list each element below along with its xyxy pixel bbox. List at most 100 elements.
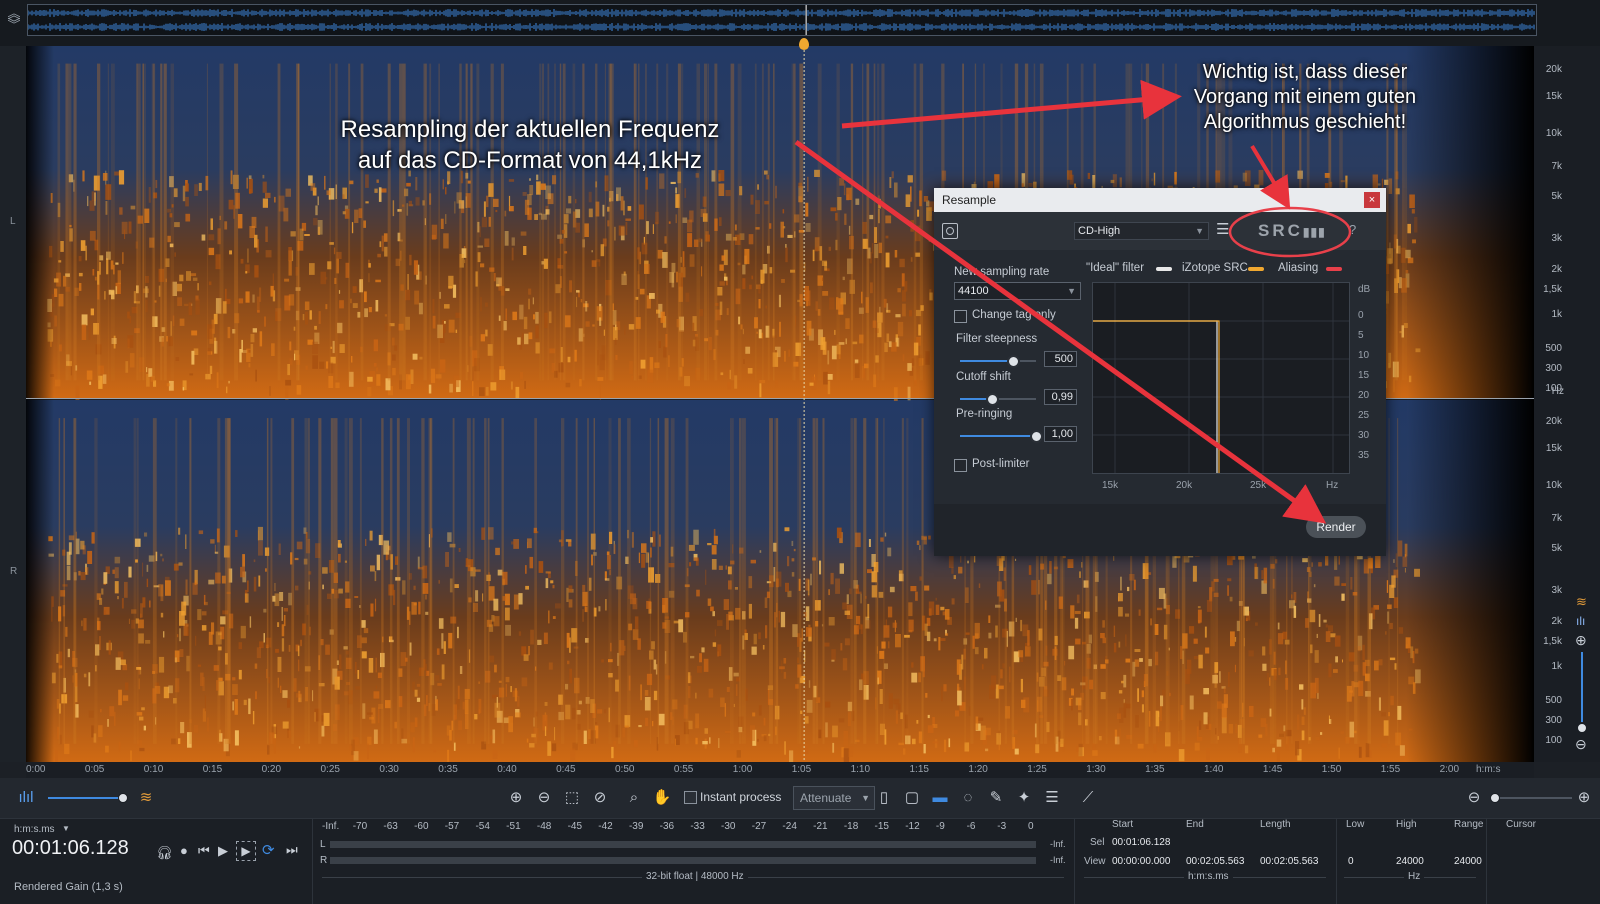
waveform-mode-icon[interactable]: ılı — [1576, 614, 1585, 628]
time-tick: 0:20 — [261, 764, 282, 775]
graph-y-tick: 10 — [1358, 350, 1370, 361]
lasso-icon[interactable]: ◌ — [958, 788, 978, 808]
instant-process-mode-select[interactable]: Attenuate ▼ — [793, 786, 875, 810]
collapse-icon[interactable]: ︽ ︾ — [6, 7, 22, 31]
sel-start-value[interactable]: 00:01:06.128 — [1112, 837, 1170, 848]
hand-icon[interactable]: ✋ — [652, 788, 672, 808]
view-length-value[interactable]: 00:02:05.563 — [1260, 856, 1318, 867]
frequency-tick: 1k — [1551, 661, 1562, 672]
cutoff-shift-slider[interactable] — [960, 393, 1036, 406]
range-value[interactable]: 24000 — [1454, 856, 1482, 867]
zoom-in-icon[interactable]: ⊕ — [506, 788, 526, 808]
annotation-main: Resampling der aktuellen Frequenz auf da… — [270, 114, 790, 176]
vertical-zoom-knob[interactable] — [1576, 722, 1588, 734]
close-button[interactable]: × — [1364, 192, 1380, 208]
sampling-rate-select[interactable]: 44100 ▼ — [954, 282, 1081, 300]
view-start-value[interactable]: 00:00:00.000 — [1112, 856, 1170, 867]
time-frequency-selection-icon[interactable]: ▬ — [930, 788, 950, 808]
legend-izotope-label: iZotope SRC — [1182, 262, 1248, 274]
cursor-header: Cursor — [1506, 819, 1537, 830]
meter-scale-tick: -63 — [383, 821, 398, 832]
time-tick: 1:30 — [1086, 764, 1106, 775]
frequency-axis: 20k 15k 10k 7k 5k 3k 2k 1,5k 1k 500 300 100 20k 15k 10… — [1534, 46, 1566, 762]
instant-process-checkbox[interactable] — [684, 791, 697, 804]
frequency-tick: 3k — [1551, 233, 1562, 244]
brush-icon[interactable]: ✎ — [986, 788, 1006, 808]
cutoff-shift-label: Cutoff shift — [956, 371, 1011, 383]
loop-icon[interactable]: ⟳ — [262, 841, 275, 859]
power-icon[interactable] — [942, 223, 958, 239]
meter-scale-tick: -70 — [352, 821, 368, 832]
time-tick: 0:25 — [320, 764, 340, 775]
skip-back-icon[interactable]: ⏮︎ — [198, 843, 210, 859]
overview-waveform[interactable] — [27, 4, 1537, 36]
time-tick: 1:50 — [1321, 764, 1342, 775]
frequency-tick: 3k — [1551, 585, 1562, 596]
frequency-tick: 500 — [1545, 343, 1562, 354]
play-icon[interactable]: ▶ — [218, 843, 228, 859]
skip-forward-icon[interactable]: ⏭︎ — [286, 842, 298, 858]
meter-scale-tick: -15 — [874, 821, 889, 832]
graph-y-label: dB — [1358, 284, 1371, 295]
opacity-slider[interactable] — [48, 793, 128, 803]
zoom-out-vertical-icon[interactable]: ⊖ — [1575, 736, 1587, 753]
zoom-selection-icon[interactable]: ⬚ — [562, 788, 582, 808]
play-selection-icon[interactable]: ▶ — [236, 841, 256, 861]
meter-right-value: -Inf. — [1050, 855, 1066, 865]
zoom-in-horizontal-icon[interactable]: ⊕ — [1574, 788, 1594, 808]
filter-steepness-slider[interactable] — [960, 355, 1036, 368]
meter-scale-tick: -3 — [997, 821, 1007, 832]
zoom-fit-icon[interactable]: ⊘ — [590, 788, 610, 808]
pre-ringing-label: Pre-ringing — [956, 408, 1013, 420]
horizontal-zoom-slider[interactable] — [1490, 793, 1572, 803]
zoom-in-vertical-icon[interactable]: ⊕ — [1575, 632, 1587, 649]
time-tick: 0:10 — [143, 764, 164, 775]
frequency-selection-icon[interactable]: ▢ — [902, 788, 922, 808]
sampling-rate-value: 44100 — [958, 285, 989, 297]
playhead-marker-icon[interactable] — [799, 38, 810, 50]
time-tick: 1:55 — [1380, 764, 1401, 775]
gain-curve-icon[interactable]: ⟋ — [1078, 788, 1098, 808]
magic-wand-icon[interactable]: ✦ — [1014, 788, 1034, 808]
legend-izotope-swatch — [1248, 267, 1264, 271]
record-icon[interactable]: ● — [180, 843, 188, 858]
spectrogram-mode-icon[interactable]: ≋ — [1576, 594, 1587, 610]
meter-scale: -Inf. -70 -63 -60 -57 -54 -51 -48 -45 -42 -39 -36 -3… — [322, 821, 1046, 833]
cutoff-shift-value[interactable]: 0,99 — [1044, 389, 1077, 405]
frequency-tick: 100 — [1545, 735, 1562, 746]
high-value[interactable]: 24000 — [1396, 856, 1424, 867]
annotation-main-line1: Resampling der aktuellen Frequenz — [340, 116, 720, 143]
zoom-out-horizontal-icon[interactable]: ⊖ — [1464, 788, 1484, 808]
preset-select[interactable]: CD-High ▼ — [1074, 222, 1209, 240]
start-header: Start — [1112, 819, 1134, 830]
time-tick: 1:10 — [850, 764, 871, 775]
time-axis: 0:00 0:05 0:10 0:15 0:20 0:25 0:30 0:35 0:40 0:45… — [26, 762, 1534, 778]
frequency-tick: 2k — [1551, 616, 1562, 627]
spectrogram-view-icon[interactable]: ≋ — [136, 788, 156, 808]
instant-process-label: Instant process — [700, 790, 782, 804]
pre-ringing-slider[interactable] — [960, 430, 1043, 443]
meter-scale-tick: -60 — [414, 821, 429, 832]
sel-label: Sel — [1090, 837, 1105, 848]
waveform-view-icon[interactable]: ılıl — [16, 788, 36, 808]
post-limiter-checkbox[interactable] — [954, 459, 967, 472]
render-button[interactable]: Render — [1306, 516, 1366, 538]
meter-scale-tick: -Inf. — [322, 821, 340, 832]
low-value[interactable]: 0 — [1348, 856, 1354, 867]
time-tick: 0:00 — [26, 764, 46, 775]
filter-steepness-value[interactable]: 500 — [1044, 351, 1077, 367]
view-end-value[interactable]: 00:02:05.563 — [1186, 856, 1244, 867]
magnify-icon[interactable]: ⌕ — [624, 788, 644, 808]
chevron-down-icon[interactable]: ▼ — [62, 824, 70, 833]
graph-y-tick: 20 — [1358, 390, 1370, 401]
sampling-rate-label: New sampling rate — [954, 266, 1050, 278]
headphones-icon[interactable]: 🎧︎ — [156, 845, 173, 861]
harmonics-icon[interactable]: ☰ — [1042, 788, 1062, 808]
change-tag-checkbox[interactable] — [954, 310, 967, 323]
pre-ringing-value[interactable]: 1,00 — [1044, 426, 1077, 442]
time-selection-icon[interactable]: ▯ — [874, 788, 894, 808]
time-format-select[interactable]: h:m:s.ms — [14, 824, 55, 835]
zoom-out-icon[interactable]: ⊖ — [534, 788, 554, 808]
meter-scale-tick: -12 — [905, 821, 920, 832]
vertical-zoom-slider[interactable] — [1581, 652, 1583, 726]
